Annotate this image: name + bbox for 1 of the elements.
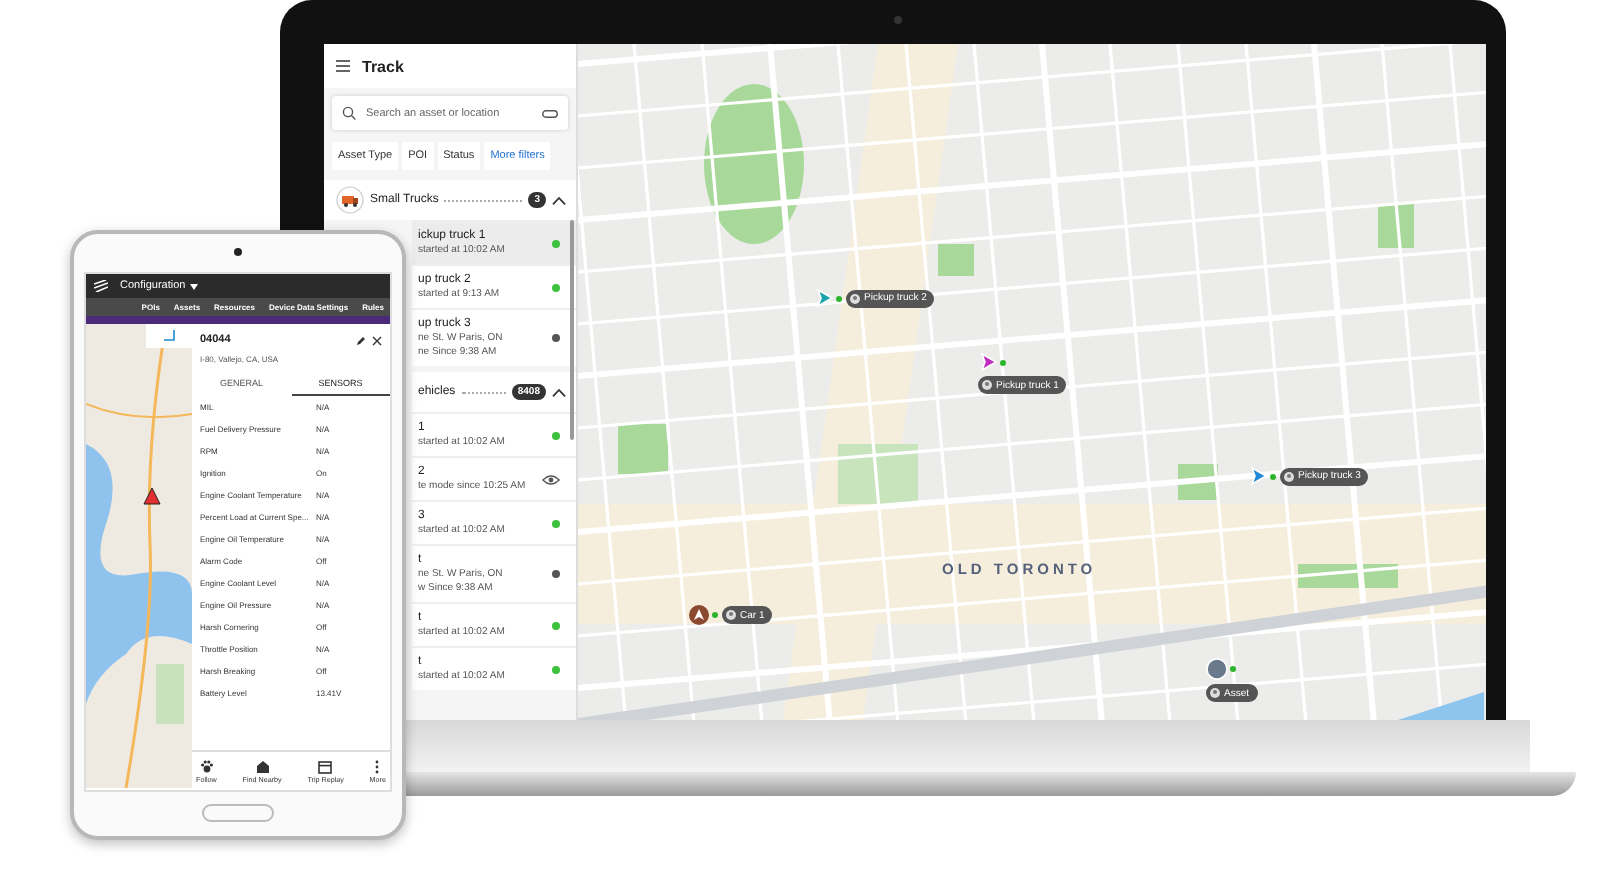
app-title: Track bbox=[362, 57, 404, 75]
